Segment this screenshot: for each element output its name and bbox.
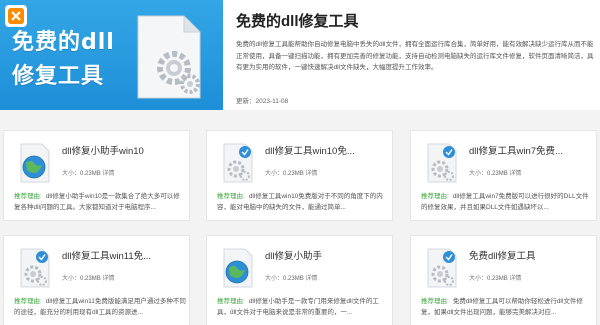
app-card[interactable]: 免费dll修复工具 大小：0.23MB 详情 推荐理由: 免费dll修复工具可以帮… [410,235,597,325]
app-size: 0.23MB [80,171,101,177]
app-reason: 推荐理由: dll修复工具win11免费版能满足用户通过多种不同的途径，能充分的利… [14,296,186,318]
app-size: 0.23MB [487,276,508,282]
size-label: 大小： [62,276,81,282]
gear-document-icon [20,248,50,288]
app-title[interactable]: dll修复工具win7免费... [469,143,595,157]
app-meta: 大小：0.23MB 详情 [62,168,114,177]
gear-document-icon [427,143,457,183]
reason-label: 推荐理由: [217,298,245,305]
gear-document-icon [137,15,201,99]
app-reason: 推荐理由: dll修复小助手是一款专门用来修复dll文件的工具，dll文件对于电脑… [217,296,389,318]
app-reason: 推荐理由: dll修复工具win10免费版对于不同的角度下的内容，能对电脑中的缺失… [217,191,389,213]
featured-title[interactable]: 免费的dll修复工具 [236,10,359,31]
featured-update-date: 更新：2023-11-08 [236,98,289,105]
featured-banner-image[interactable]: 免费的dll 修复工具 [0,0,223,110]
app-size: 0.23MB [487,171,508,177]
featured-app[interactable]: 免费的dll 修复工具 免费的dll修复工具 免费的dll修复工具能帮助你自动修… [0,0,600,110]
app-card[interactable]: dll修复小助手 大小：0.23MB 详情 推荐理由: dll修复小助手是一款专门… [206,235,393,325]
banner-title-line-1: 免费的dll [12,30,115,55]
banner-title-line-2: 修复工具 [12,64,105,89]
size-label: 大小： [265,171,284,177]
reason-label: 推荐理由: [14,193,42,200]
app-size: 0.23MB [283,276,304,282]
detail-link[interactable]: 详情 [509,171,521,177]
size-label: 大小： [265,276,284,282]
app-reason: 推荐理由: dll修复工具win7免费版可以进行很好的DLL文件的修复效果，并且如… [421,191,593,213]
gear-document-icon [427,248,457,288]
detail-link[interactable]: 详情 [305,171,317,177]
app-card[interactable]: dll修复工具win11免... 大小：0.23MB 详情 推荐理由: dll修复… [3,235,190,325]
app-meta: 大小：0.23MB 详情 [62,273,114,282]
app-title[interactable]: dll修复工具win10免... [265,143,391,157]
size-label: 大小： [62,171,81,177]
app-meta: 大小：0.23MB 详情 [265,168,317,177]
app-card[interactable]: dll修复小助手win10 大小：0.23MB 详情 推荐理由: dll修复小助手… [3,130,190,221]
featured-info: 免费的dll修复工具 免费的dll修复工具能帮助你自动修复电脑中丢失的dll文件… [236,0,596,110]
featured-description: 免费的dll修复工具能帮助你自动修复电脑中丢失的dll文件，拥有全面运行库合集，… [236,41,594,71]
reason-label: 推荐理由: [217,193,245,200]
app-title[interactable]: dll修复小助手win10 [62,143,188,157]
size-label: 大小： [469,276,488,282]
app-card[interactable]: dll修复工具win10免... 大小：0.23MB 详情 推荐理由: dll修复… [206,130,393,221]
app-title[interactable]: dll修复工具win11免... [62,248,188,262]
app-meta: 大小：0.23MB 详情 [265,273,317,282]
app-size: 0.23MB [80,276,101,282]
globe-gear-icon [20,143,50,183]
reason-label: 推荐理由: [421,298,449,305]
app-size: 0.23MB [283,171,304,177]
size-label: 大小： [469,171,488,177]
app-reason: 推荐理由: dll修复小助手win10是一款集合了绝大多可以修复各种dll问题的工… [14,191,186,213]
detail-link[interactable]: 详情 [305,276,317,282]
app-card[interactable]: dll修复工具win7免费... 大小：0.23MB 详情 推荐理由: dll修复… [410,130,597,221]
globe-gear-icon [223,248,253,288]
detail-link[interactable]: 详情 [509,276,521,282]
app-meta: 大小：0.23MB 详情 [469,168,521,177]
detail-link[interactable]: 详情 [102,276,114,282]
page: 免费的dll 修复工具 免费的dll修复工具 免费的dll修复工具能帮助你自动修… [0,0,600,325]
app-meta: 大小：0.23MB 详情 [469,273,521,282]
detail-link[interactable]: 详情 [102,171,114,177]
gear-document-icon [223,143,253,183]
app-reason: 推荐理由: 免费dll修复工具可以帮助你轻松进行dll文件修复，如果dll文件出现… [421,296,593,318]
reason-label: 推荐理由: [421,193,449,200]
app-title[interactable]: dll修复小助手 [265,248,391,262]
reason-label: 推荐理由: [14,298,42,305]
app-title[interactable]: 免费dll修复工具 [469,248,595,262]
